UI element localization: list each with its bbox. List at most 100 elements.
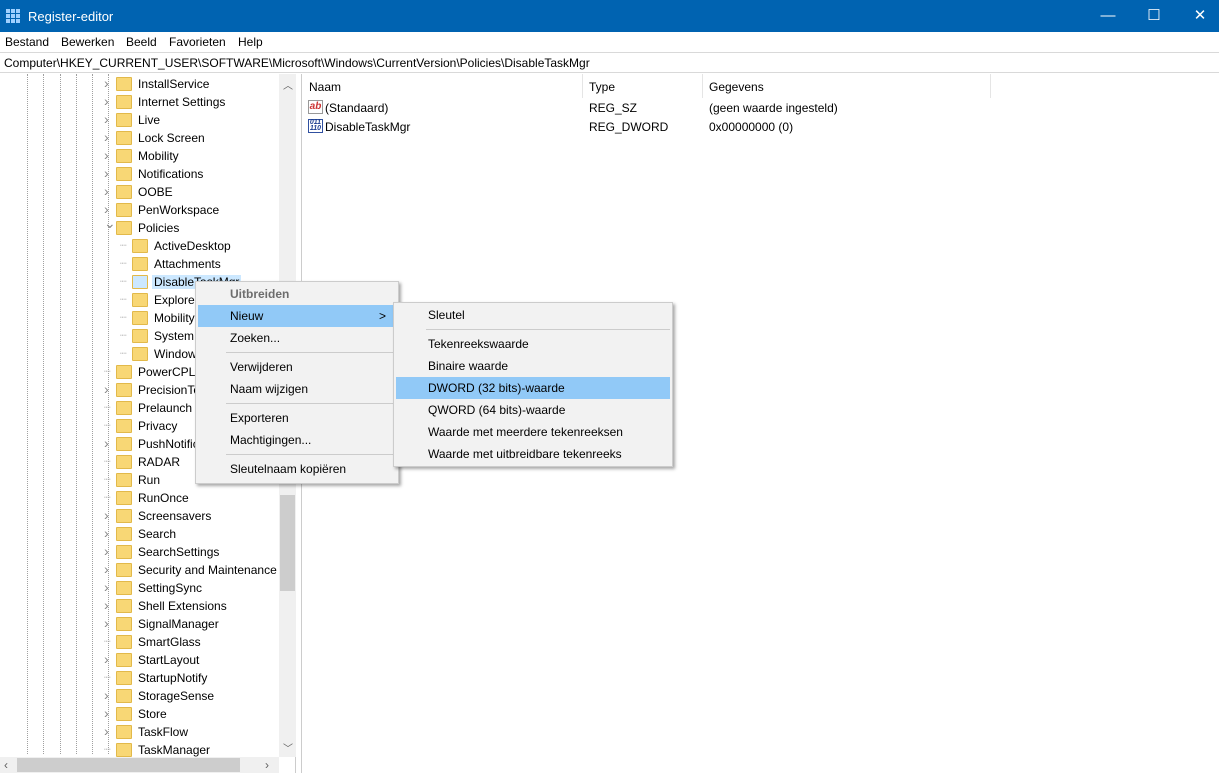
- menu-item-label: Verwijderen: [230, 360, 293, 374]
- expand-chevron-icon[interactable]: ›: [104, 561, 114, 577]
- menu-item-zoeken[interactable]: Zoeken...: [198, 327, 396, 349]
- menu-bestand[interactable]: Bestand: [5, 35, 49, 49]
- tree-connector: ┈: [104, 492, 111, 504]
- folder-icon: [116, 365, 132, 379]
- tree-item-label: PenWorkspace: [138, 203, 220, 217]
- menu-item-label: Machtigingen...: [230, 433, 312, 447]
- menu-separator: [426, 329, 670, 330]
- expand-chevron-icon[interactable]: ›: [104, 165, 114, 181]
- expand-chevron-icon[interactable]: ›: [104, 111, 114, 127]
- menu-item-sleutelnaam-kopi-ren[interactable]: Sleutelnaam kopiëren: [198, 458, 396, 480]
- menu-item-sleutel[interactable]: Sleutel: [396, 304, 670, 326]
- expand-chevron-icon[interactable]: ›: [104, 525, 114, 541]
- tree-item-label: RunOnce: [138, 491, 189, 505]
- tree-line: [76, 74, 77, 754]
- folder-icon: [116, 473, 132, 487]
- value-row[interactable]: ab (Standaard) REG_SZ (geen waarde inges…: [303, 99, 1003, 118]
- expand-chevron-icon[interactable]: ›: [104, 507, 114, 523]
- expand-chevron-icon[interactable]: ›: [104, 579, 114, 595]
- folder-icon: [116, 689, 132, 703]
- menu-item-label: Waarde met meerdere tekenreeksen: [428, 425, 623, 439]
- tree-item-label: Screensavers: [138, 509, 212, 523]
- scroll-thumb[interactable]: [17, 758, 240, 772]
- tree-item-label: SearchSettings: [138, 545, 220, 559]
- menu-bewerken[interactable]: Bewerken: [61, 35, 114, 49]
- folder-icon: [132, 311, 148, 325]
- folder-icon: [116, 113, 132, 127]
- menu-favorieten[interactable]: Favorieten: [169, 35, 226, 49]
- menu-item-qword-64-bits-waarde[interactable]: QWORD (64 bits)-waarde: [396, 399, 670, 421]
- tree-item-label: StartLayout: [138, 653, 200, 667]
- menu-help[interactable]: Help: [238, 35, 263, 49]
- expand-chevron-icon[interactable]: ›: [104, 705, 114, 721]
- folder-icon: [116, 419, 132, 433]
- expand-chevron-icon[interactable]: ›: [104, 93, 114, 109]
- value-row[interactable]: 011 110 DisableTaskMgr REG_DWORD 0x00000…: [303, 118, 1003, 137]
- expand-chevron-icon[interactable]: ›: [104, 129, 114, 145]
- menu-item-naam-wijzigen[interactable]: Naam wijzigen: [198, 378, 396, 400]
- tree-item-label: Mobility: [138, 149, 179, 163]
- expand-chevron-icon[interactable]: ›: [104, 723, 114, 739]
- expand-chevron-icon[interactable]: ›: [104, 381, 114, 397]
- context-menu: Uitbreiden Nieuw > Zoeken... Verwijderen Naam…: [195, 281, 399, 484]
- folder-icon: [132, 275, 148, 289]
- folder-icon: [116, 455, 132, 469]
- collapse-chevron-icon[interactable]: ⌄: [104, 215, 116, 232]
- menu-item-nieuw[interactable]: Nieuw >: [198, 305, 396, 327]
- column-gegevens[interactable]: Gegevens: [703, 74, 991, 98]
- menu-item-machtigingen[interactable]: Machtigingen...: [198, 429, 396, 451]
- column-type[interactable]: Type: [583, 74, 703, 98]
- folder-icon: [132, 329, 148, 343]
- scroll-thumb[interactable]: [280, 495, 295, 591]
- expand-chevron-icon[interactable]: ›: [104, 147, 114, 163]
- folder-icon: [116, 401, 132, 415]
- menu-item-waarde-met-uitbreidbare-tekenreeks[interactable]: Waarde met uitbreidbare tekenreeks: [396, 443, 670, 465]
- expand-chevron-icon[interactable]: ›: [104, 687, 114, 703]
- menu-beeld[interactable]: Beeld: [126, 35, 157, 49]
- tree-item-label: SmartGlass: [138, 635, 201, 649]
- tree-line: [43, 74, 44, 754]
- scroll-up-icon[interactable]: ︿: [283, 77, 293, 92]
- menu-item-exporteren[interactable]: Exporteren: [198, 407, 396, 429]
- minimize-button[interactable]: —: [1085, 0, 1131, 32]
- menu-separator: [226, 352, 396, 353]
- expand-chevron-icon[interactable]: ›: [104, 75, 114, 91]
- binary-value-icon: 011 110: [308, 119, 323, 133]
- window-title: Register-editor: [28, 9, 114, 24]
- expand-chevron-icon[interactable]: ›: [104, 543, 114, 559]
- tree-item-label: Security and Maintenance: [138, 563, 277, 577]
- menu-item-binaire-waarde[interactable]: Binaire waarde: [396, 355, 670, 377]
- expand-chevron-icon[interactable]: ›: [104, 651, 114, 667]
- scroll-right-icon[interactable]: ›: [265, 758, 269, 772]
- tree-item-label: Shell Extensions: [138, 599, 227, 613]
- tree-item-label: Search: [138, 527, 177, 541]
- maximize-button[interactable]: ☐: [1131, 0, 1177, 32]
- close-button[interactable]: ✕: [1177, 0, 1219, 32]
- expand-chevron-icon[interactable]: ›: [104, 183, 114, 199]
- folder-icon: [116, 131, 132, 145]
- menu-item-tekenreekswaarde[interactable]: Tekenreekswaarde: [396, 333, 670, 355]
- menu-item-label: Exporteren: [230, 411, 289, 425]
- menu-item-waarde-met-meerdere-tekenreeksen[interactable]: Waarde met meerdere tekenreeksen: [396, 421, 670, 443]
- tree-line: [92, 74, 93, 754]
- tree-connector: ┈: [120, 240, 127, 252]
- expand-chevron-icon[interactable]: ›: [104, 597, 114, 613]
- tree-item-label: OOBE: [138, 185, 173, 199]
- address-bar[interactable]: Computer\HKEY_CURRENT_USER\SOFTWARE\Micr…: [0, 52, 1219, 73]
- tree-item-label: Policies: [138, 221, 180, 235]
- value-type: REG_SZ: [589, 101, 638, 115]
- tree-line: [60, 74, 61, 754]
- menu-item-verwijderen[interactable]: Verwijderen: [198, 356, 396, 378]
- expand-chevron-icon[interactable]: ›: [104, 435, 114, 451]
- expand-chevron-icon[interactable]: ›: [104, 615, 114, 631]
- menu-item-label: Sleutel: [428, 308, 465, 322]
- tree-horizontal-scrollbar[interactable]: ‹ ›: [0, 757, 279, 773]
- scroll-down-icon[interactable]: ﹀: [283, 740, 293, 755]
- column-naam[interactable]: Naam: [303, 74, 583, 98]
- folder-icon: [116, 383, 132, 397]
- scroll-left-icon[interactable]: ‹: [4, 758, 8, 772]
- menu-item-dword-32-bits-waarde[interactable]: DWORD (32 bits)-waarde: [396, 377, 670, 399]
- submenu-arrow-icon: >: [378, 309, 386, 323]
- menu-item-uitbreiden: Uitbreiden: [198, 283, 396, 305]
- tree-connector: ┈: [104, 456, 111, 468]
